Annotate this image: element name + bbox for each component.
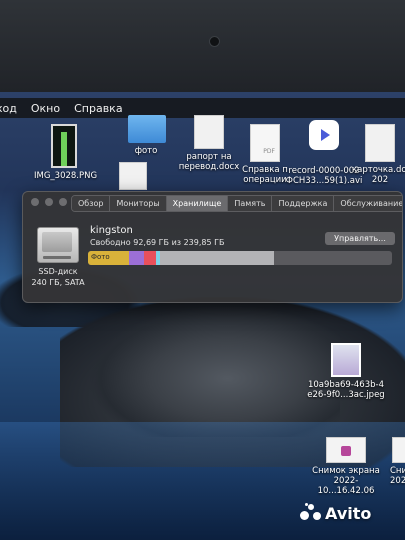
zoom-window-button[interactable] <box>59 198 67 206</box>
free-space-text: Свободно 92,69 ГБ из 239,85 ГБ <box>90 238 225 247</box>
window-tabs: Обзор Мониторы Хранилище Память Поддержк… <box>71 195 402 212</box>
disk-type: SSD-диск <box>38 267 78 276</box>
file-label: Сни 2022 <box>390 466 405 486</box>
screenshot-icon <box>392 437 405 463</box>
desktop-file-jpeg[interactable]: 10a9ba69-463b-4 e26-9f0...3ac.jpeg <box>306 343 386 400</box>
video-app-icon <box>309 120 339 150</box>
file-label: IMG_3028.PNG <box>34 171 98 181</box>
menu-item-window[interactable]: Окно <box>31 102 60 115</box>
menu-item-help[interactable]: Справка <box>74 102 122 115</box>
laptop-bezel <box>0 0 405 92</box>
wallpaper-rock <box>90 307 340 437</box>
desktop-doc-thumb[interactable] <box>118 162 148 193</box>
image-file-icon <box>331 343 361 377</box>
tab-support[interactable]: Поддержка <box>272 196 335 211</box>
desktop-file-raport[interactable]: рапорт на перевод.docx <box>176 115 242 172</box>
camera-icon <box>209 36 220 47</box>
desktop-file-kartochka[interactable]: карточка.doc 202 <box>352 124 405 185</box>
document-icon <box>119 162 147 190</box>
tab-storage[interactable]: Хранилище <box>166 196 229 211</box>
close-window-button[interactable] <box>31 198 39 206</box>
document-icon <box>365 124 395 162</box>
storage-segment[interactable] <box>144 251 157 265</box>
storage-segment[interactable] <box>160 251 275 265</box>
disk-capacity: 240 ГБ, SATA <box>31 278 85 287</box>
desktop-folder-photo[interactable]: фото <box>118 115 174 156</box>
volume-name: kingston <box>90 225 133 236</box>
storage-segment[interactable]: Фото <box>88 251 130 265</box>
file-label: карточка.doc 202 <box>352 165 405 185</box>
desktop-file-screenshot-2[interactable]: Сни 2022 <box>390 437 405 486</box>
avito-logo-icon <box>300 503 322 523</box>
avito-watermark: Avito <box>300 503 371 523</box>
tab-displays[interactable]: Мониторы <box>110 196 167 211</box>
folder-icon <box>128 115 166 143</box>
menu-item-go[interactable]: ход <box>0 102 17 115</box>
laptop-photo: ход Окно Справка IMG_3028.PNG фото рапор… <box>0 0 405 540</box>
screenshot-icon <box>326 437 366 463</box>
desktop-file-img-3028[interactable]: IMG_3028.PNG <box>34 124 98 181</box>
tab-overview[interactable]: Обзор <box>72 196 111 211</box>
storage-usage-bar[interactable]: Фото <box>88 251 392 265</box>
pdf-icon <box>250 124 280 162</box>
watermark-text: Avito <box>325 503 372 523</box>
file-label: рапорт на перевод.docx <box>178 152 240 172</box>
file-label: Снимок экрана 2022-10...16.42.06 <box>312 466 380 496</box>
desktop-file-screenshot[interactable]: Снимок экрана 2022-10...16.42.06 <box>306 437 386 496</box>
image-file-icon <box>51 124 77 168</box>
storage-segment[interactable] <box>129 251 145 265</box>
minimize-window-button[interactable] <box>45 198 53 206</box>
manage-button[interactable]: Управлять... <box>325 232 395 245</box>
tab-memory[interactable]: Память <box>228 196 273 211</box>
file-label: фото <box>134 146 158 156</box>
file-label: 10a9ba69-463b-4 e26-9f0...3ac.jpeg <box>307 380 385 400</box>
tab-service[interactable]: Обслуживание <box>334 196 402 211</box>
storage-segment-label: Фото <box>91 253 110 261</box>
ssd-disk-icon <box>37 227 79 263</box>
about-this-mac-window: Обзор Мониторы Хранилище Память Поддержк… <box>22 191 403 303</box>
document-icon <box>194 115 224 149</box>
